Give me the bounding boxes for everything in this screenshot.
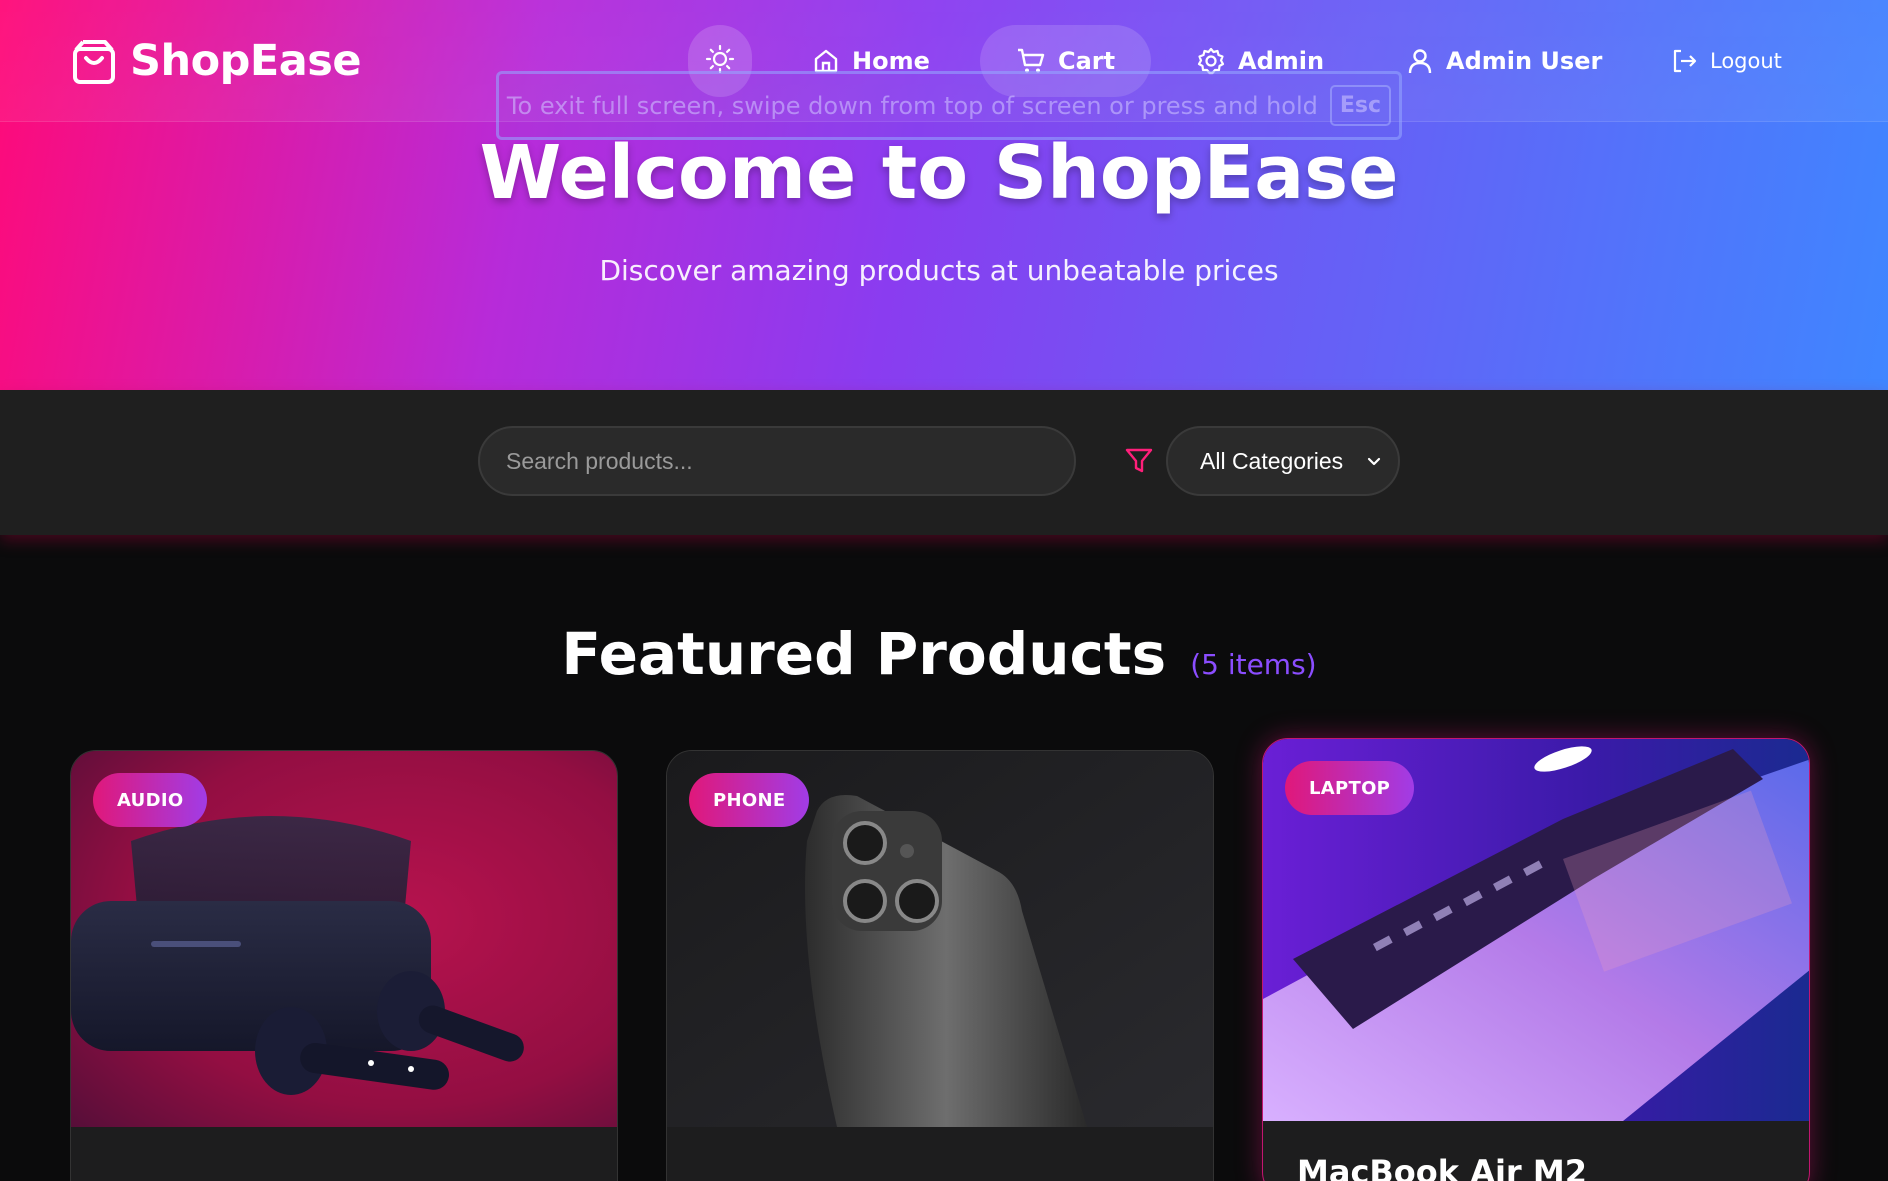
category-badge: AUDIO bbox=[93, 773, 208, 827]
nav-user-label: Admin User bbox=[1446, 47, 1603, 75]
brand-logo[interactable]: ShopEase bbox=[72, 36, 362, 86]
logout-label: Logout bbox=[1710, 49, 1782, 73]
chevron-down-icon bbox=[1366, 448, 1382, 475]
brand-name: ShopEase bbox=[130, 36, 362, 86]
product-name[interactable]: MacBook Air M2 bbox=[1297, 1153, 1587, 1181]
shopping-bag-icon bbox=[72, 37, 116, 85]
category-select[interactable]: All Categories bbox=[1166, 426, 1400, 496]
category-select-value: All Categories bbox=[1200, 447, 1344, 474]
hero-title: Welcome to ShopEase bbox=[479, 130, 1399, 216]
featured-count: (5 items) bbox=[1190, 648, 1317, 681]
hero-subtitle: Discover amazing products at unbeatable … bbox=[599, 254, 1279, 287]
category-badge: PHONE bbox=[689, 773, 810, 827]
product-card[interactable]: LAPTOP MacBook Air M2 bbox=[1262, 738, 1810, 1181]
featured-title: Featured Products bbox=[561, 620, 1167, 688]
filter-bar: All Categories bbox=[0, 390, 1888, 535]
product-card[interactable]: AUDIO bbox=[70, 750, 618, 1181]
nav-user[interactable]: Admin User bbox=[1406, 25, 1602, 97]
user-icon bbox=[1406, 47, 1434, 75]
featured-header: Featured Products (5 items) bbox=[0, 620, 1878, 688]
product-card[interactable]: PHONE bbox=[666, 750, 1214, 1181]
fullscreen-notice-key: Esc bbox=[1329, 85, 1392, 126]
category-badge: LAPTOP bbox=[1285, 761, 1415, 815]
logout-button[interactable]: Logout bbox=[1670, 25, 1782, 97]
logout-icon bbox=[1670, 47, 1698, 75]
hero-banner: ShopEase Home Cart Admin Admin User Logo… bbox=[0, 0, 1888, 390]
filter-icon bbox=[1124, 446, 1154, 480]
fullscreen-notice-text: To exit full screen, swipe down from top… bbox=[506, 91, 1318, 120]
search-input[interactable] bbox=[478, 426, 1076, 496]
